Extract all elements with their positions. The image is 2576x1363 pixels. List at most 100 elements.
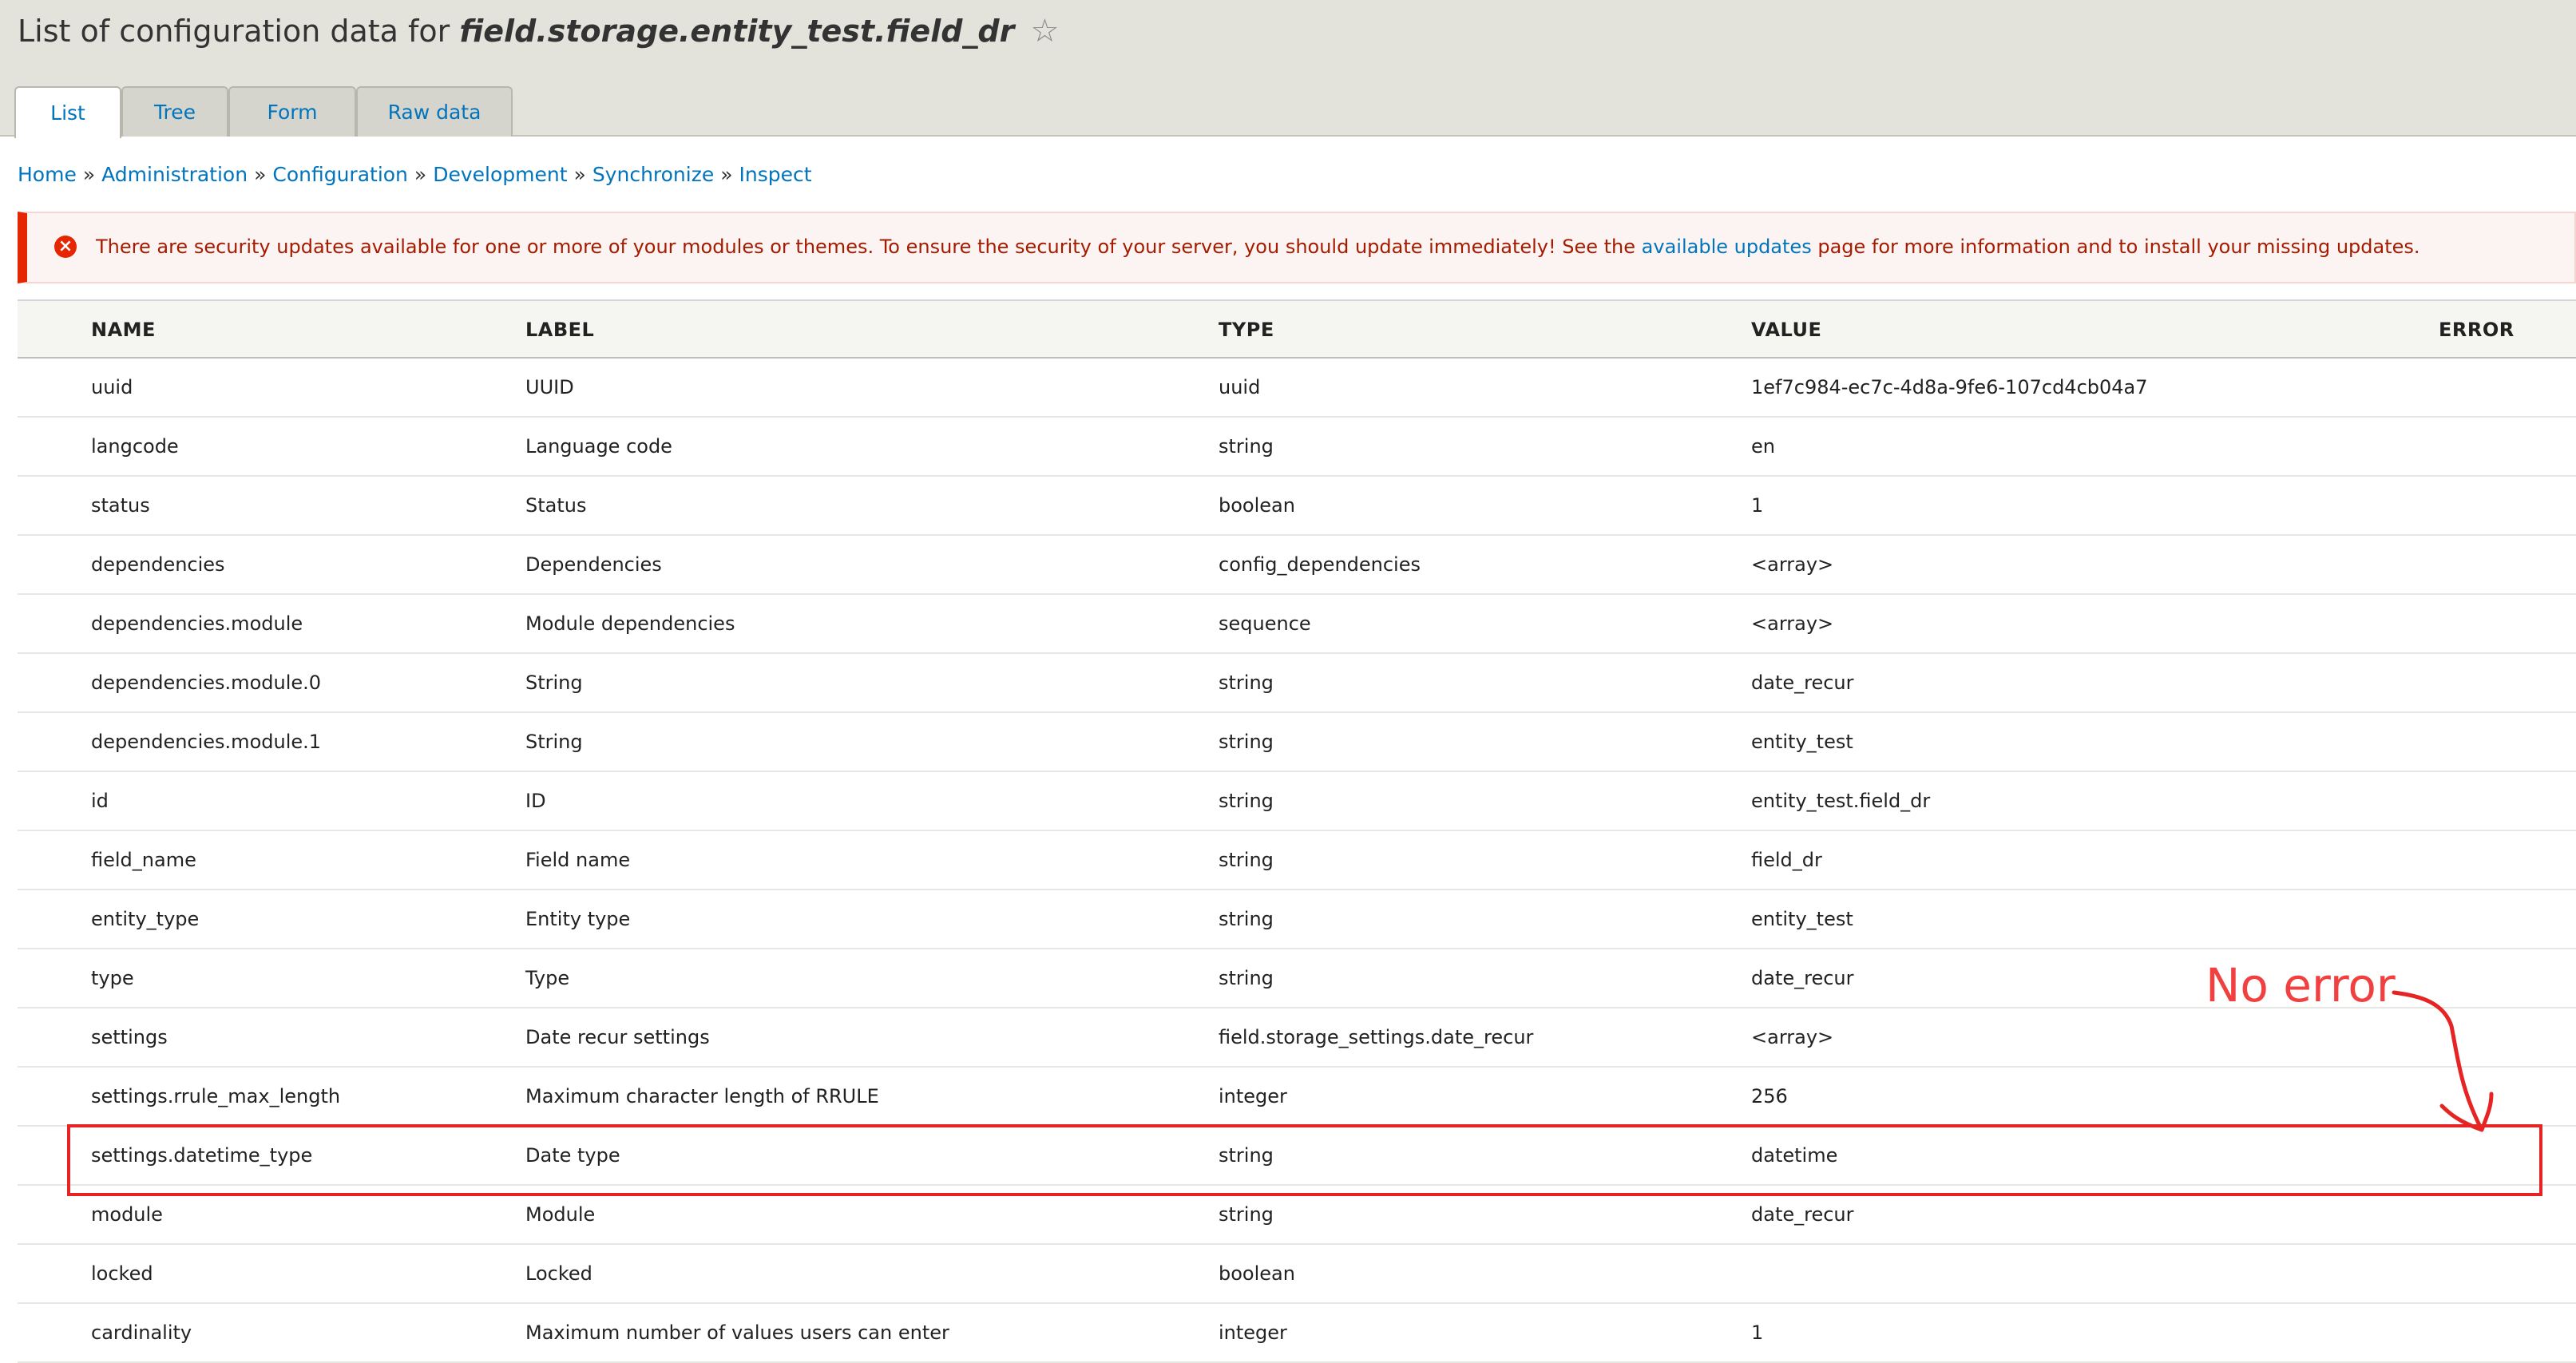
cell-value: field_dr	[1751, 849, 1822, 871]
tab-raw-data[interactable]: Raw data	[356, 86, 513, 137]
cell-label: ID	[525, 790, 546, 812]
breadcrumb-synchronize[interactable]: Synchronize	[592, 163, 714, 186]
cell-name: dependencies.module.0	[91, 672, 322, 694]
cell-type: integer	[1219, 1085, 1287, 1107]
table-row: dependencies.module Module dependencies se…	[18, 595, 2576, 654]
cell-type: string	[1219, 790, 1274, 812]
cell-type: boolean	[1219, 494, 1295, 517]
config-table: NAME LABEL TYPE VALUE ERROR uuid UUID uuid…	[18, 299, 2576, 1363]
table-row: status Status boolean 1	[18, 477, 2576, 536]
table-row: dependencies.module.1 String string entity_…	[18, 713, 2576, 772]
breadcrumb-separator: »	[254, 163, 267, 186]
table-header: NAME LABEL TYPE VALUE ERROR	[18, 299, 2576, 359]
cell-type: string	[1219, 672, 1274, 694]
cell-name: type	[91, 967, 134, 989]
cell-name: cardinality	[91, 1321, 192, 1344]
cell-label: Entity type	[525, 908, 631, 930]
table-row: settings.rrule_max_length Maximum charact…	[18, 1068, 2576, 1127]
cell-name: settings.rrule_max_length	[91, 1085, 341, 1107]
cell-name: dependencies.module	[91, 612, 303, 635]
cell-name: langcode	[91, 435, 179, 458]
cell-type: string	[1219, 849, 1274, 871]
table-row: dependencies.module.0 String string date_re…	[18, 654, 2576, 713]
cell-name: locked	[91, 1262, 153, 1285]
cell-type: boolean	[1219, 1262, 1295, 1285]
cell-type: sequence	[1219, 612, 1311, 635]
cell-label: Status	[525, 494, 587, 517]
cell-name: settings	[91, 1026, 168, 1048]
cell-type: uuid	[1219, 376, 1261, 398]
column-header-label: LABEL	[525, 319, 595, 341]
column-header-name: NAME	[91, 319, 156, 341]
cell-label: Field name	[525, 849, 631, 871]
cell-name: uuid	[91, 376, 133, 398]
cell-label: String	[525, 731, 583, 753]
tab-form[interactable]: Form	[228, 86, 356, 137]
breadcrumb-administration[interactable]: Administration	[101, 163, 248, 186]
highlight-box	[67, 1124, 2542, 1196]
cell-type: string	[1219, 967, 1274, 989]
cell-type: string	[1219, 435, 1274, 458]
cell-value: entity_test.field_dr	[1751, 790, 1931, 812]
annotation-text: No error	[2205, 958, 2396, 1012]
cell-label: Module dependencies	[525, 612, 735, 635]
security-alert: × There are security updates available f…	[18, 212, 2576, 283]
cell-value: 1	[1751, 494, 1764, 517]
available-updates-link[interactable]: available updates	[1642, 236, 1812, 258]
table-row: entity_type Entity type string entity_test	[18, 890, 2576, 949]
table-row: type Type string date_recur	[18, 949, 2576, 1008]
cell-value: 1	[1751, 1321, 1764, 1344]
cell-value: 1ef7c984-ec7c-4d8a-9fe6-107cd4cb04a7	[1751, 376, 2148, 398]
annotation-arrow-icon	[2392, 990, 2494, 1132]
cell-name: dependencies	[91, 553, 225, 576]
breadcrumb-development[interactable]: Development	[433, 163, 567, 186]
cell-label: Date recur settings	[525, 1026, 710, 1048]
column-header-value: VALUE	[1751, 319, 1822, 341]
cell-type: string	[1219, 731, 1274, 753]
cell-label: Type	[525, 967, 570, 989]
cell-label: String	[525, 672, 583, 694]
breadcrumb-configuration[interactable]: Configuration	[272, 163, 408, 186]
cell-label: Maximum number of values users can enter	[525, 1321, 949, 1344]
breadcrumb-separator: »	[720, 163, 733, 186]
page-title: List of configuration data for field.sto…	[18, 13, 1059, 50]
cell-name: status	[91, 494, 150, 517]
cell-name: field_name	[91, 849, 196, 871]
cell-label: Maximum character length of RRULE	[525, 1085, 879, 1107]
page-title-prefix: List of configuration data for	[18, 14, 450, 49]
cell-value: entity_test	[1751, 908, 1853, 930]
table-row: uuid UUID uuid 1ef7c984-ec7c-4d8a-9fe6-107c…	[18, 359, 2576, 418]
breadcrumb-separator: »	[573, 163, 586, 186]
cell-value: date_recur	[1751, 967, 1854, 989]
column-header-type: TYPE	[1219, 319, 1274, 341]
cell-label: Locked	[525, 1262, 592, 1285]
page-title-entity: field.storage.entity_test.field_dr	[459, 14, 1015, 49]
star-icon[interactable]: ☆	[1030, 13, 1059, 50]
cell-name: id	[91, 790, 109, 812]
error-icon: ×	[54, 236, 77, 258]
cell-label: UUID	[525, 376, 574, 398]
table-row: field_name Field name string field_dr	[18, 831, 2576, 890]
breadcrumb-home[interactable]: Home	[18, 163, 77, 186]
breadcrumb-separator: »	[82, 163, 96, 186]
alert-message: There are security updates available for…	[96, 236, 2420, 258]
tab-tree[interactable]: Tree	[121, 86, 228, 137]
table-row: locked Locked boolean	[18, 1245, 2576, 1304]
cell-value: en	[1751, 435, 1775, 458]
cell-value: <array>	[1751, 553, 1834, 576]
page-header: List of configuration data for field.sto…	[0, 0, 2576, 138]
table-row: id ID string entity_test.field_dr	[18, 772, 2576, 831]
cell-type: integer	[1219, 1321, 1287, 1344]
table-body: uuid UUID uuid 1ef7c984-ec7c-4d8a-9fe6-107c…	[18, 359, 2576, 1363]
cell-label: Language code	[525, 435, 672, 458]
column-header-error: ERROR	[2439, 319, 2515, 341]
cell-value: <array>	[1751, 1026, 1834, 1048]
breadcrumb: Home» Administration» Configuration» Develo…	[18, 163, 812, 186]
cell-label: Dependencies	[525, 553, 662, 576]
tab-list[interactable]: List	[14, 86, 121, 138]
cell-value: date_recur	[1751, 672, 1854, 694]
cell-name: dependencies.module.1	[91, 731, 322, 753]
breadcrumb-inspect[interactable]: Inspect	[739, 163, 812, 186]
table-row: settings Date recur settings field.storage…	[18, 1008, 2576, 1068]
cell-value: 256	[1751, 1085, 1788, 1107]
